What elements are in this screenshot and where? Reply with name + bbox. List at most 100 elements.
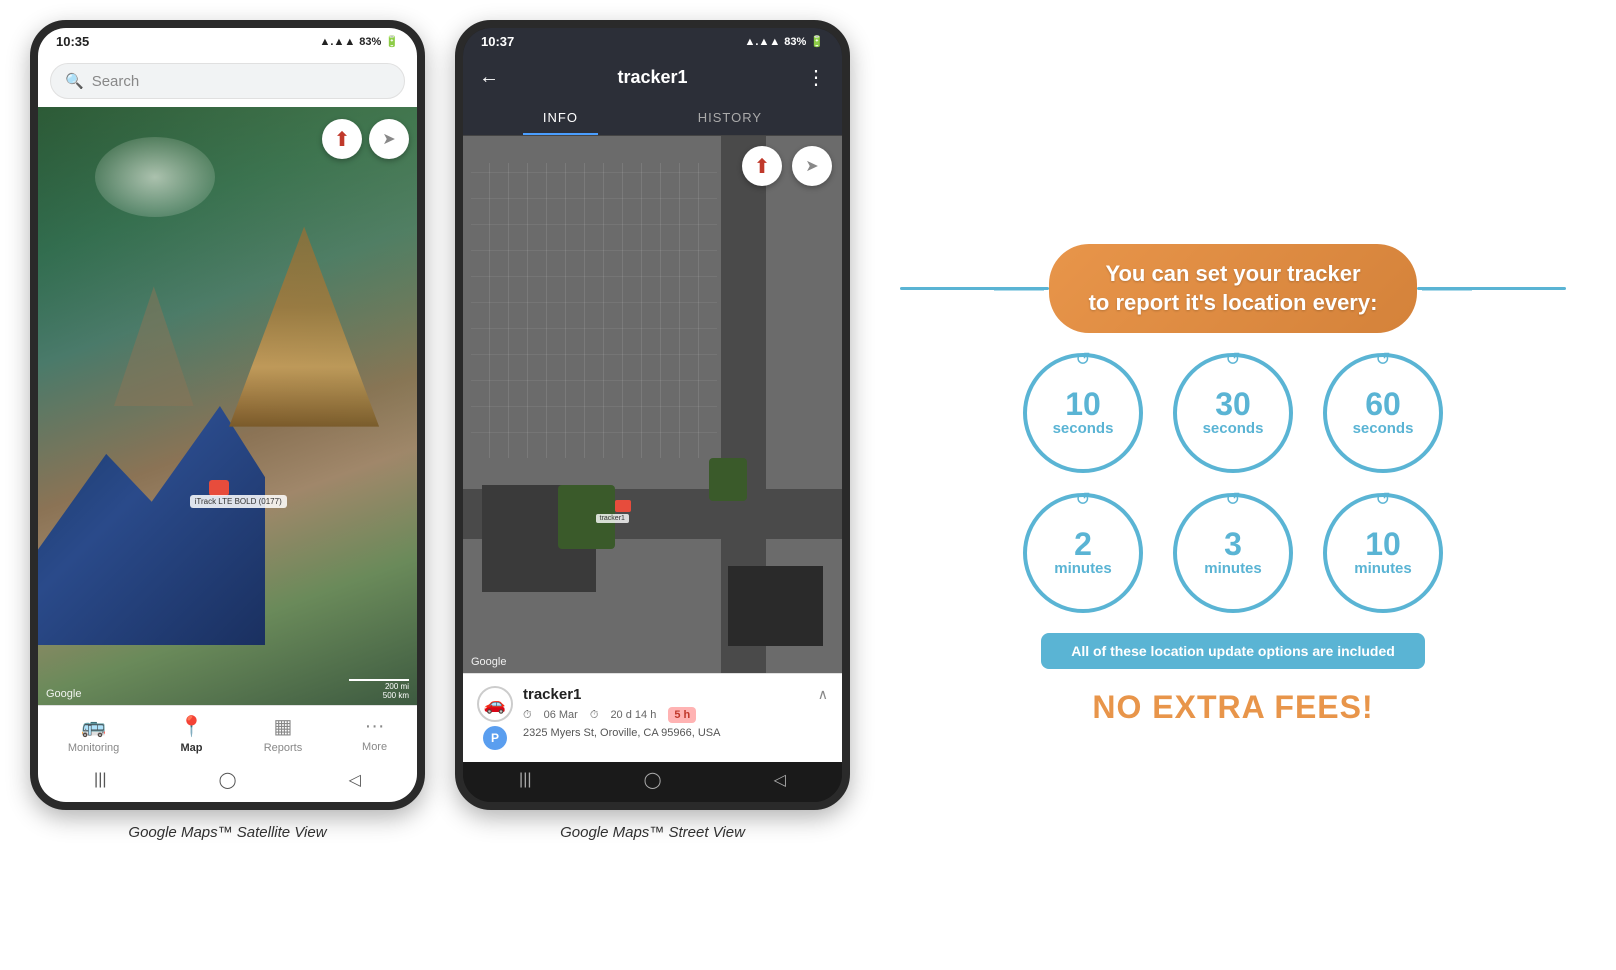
circles-row-1: ↺ 10 seconds ↺ 30 seconds ↺ 60 seconds — [1023, 353, 1443, 473]
number-10sec: 10 — [1065, 388, 1101, 420]
phone1-search-bar: 🔍 Search — [38, 55, 417, 107]
unit-10min: minutes — [1354, 560, 1412, 578]
tracker-tabs: INFO HISTORY — [463, 100, 842, 136]
monitoring-icon: 🚌 — [81, 714, 106, 739]
number-2min: 2 — [1074, 528, 1092, 560]
phone1-map[interactable]: ⬆ ➤ iTrack LTE BOLD (0177) Google 200 mi… — [38, 107, 417, 705]
arrow-2min: ↺ — [1075, 489, 1090, 510]
number-30sec: 30 — [1215, 388, 1251, 420]
reports-icon: ▦ — [274, 714, 293, 739]
phone2-section: 10:37 ▲.▲▲ 83% 🔋 ← tracker1 ⋮ INFO H — [455, 20, 850, 950]
nav-monitoring-label: Monitoring — [68, 742, 119, 754]
infographic-panel: You can set your tracker to report it's … — [880, 20, 1586, 950]
tracker-header: ← tracker1 ⋮ — [463, 55, 842, 100]
phone1-signal-icon: ▲.▲▲ — [320, 36, 356, 48]
nav-monitoring[interactable]: 🚌 Monitoring — [68, 714, 119, 754]
circle-2min: ↺ 2 minutes — [1023, 493, 1143, 613]
arrow-10sec: ↺ — [1075, 349, 1090, 370]
phone1-search-placeholder: Search — [92, 73, 140, 90]
arrow-30sec: ↺ — [1225, 349, 1240, 370]
more-icon: ··· — [365, 715, 385, 738]
headline-area: You can set your tracker to report it's … — [900, 244, 1566, 333]
scale-mi: 200 mi — [385, 682, 409, 691]
time-badge: 5 h — [668, 707, 696, 723]
android-recents-2[interactable]: ◁ — [774, 770, 786, 790]
phone1-android-nav: ||| ◯ ◁ — [38, 762, 417, 802]
map-scale: 200 mi 500 km — [349, 679, 409, 700]
street-map-bg: ⬆ ➤ tracker1 Google — [463, 136, 842, 673]
scale-km: 500 km — [383, 691, 409, 700]
tab-history[interactable]: HISTORY — [678, 100, 782, 135]
phone1-search-box[interactable]: 🔍 Search — [50, 63, 405, 99]
phone2-time: 10:37 — [481, 34, 514, 49]
nav-reports-label: Reports — [264, 742, 303, 754]
tab-info-label: INFO — [543, 110, 578, 125]
phone2-map[interactable]: ⬆ ➤ tracker1 Google — [463, 136, 842, 673]
tracker-address: 2325 Myers St, Oroville, CA 95966, USA — [523, 727, 808, 739]
nav-map-label: Map — [180, 742, 202, 754]
parking-area — [471, 163, 717, 458]
circles-row-2: ↺ 2 minutes ↺ 3 minutes ↺ 10 minutes — [1023, 493, 1443, 613]
unit-60sec: seconds — [1353, 420, 1414, 438]
tracker-meta: ⏱ 06 Mar ⏱ 20 d 14 h 5 h — [523, 707, 808, 723]
phone1-status-icons: ▲.▲▲ 83% 🔋 — [320, 35, 399, 48]
number-3min: 3 — [1224, 528, 1242, 560]
tracker-label: iTrack LTE BOLD (0177) — [190, 495, 287, 508]
bottom-banner: All of these location update options are… — [1041, 633, 1425, 669]
android-home-1[interactable]: ◯ — [219, 770, 237, 790]
unit-10sec: seconds — [1053, 420, 1114, 438]
chevron-up-icon[interactable]: ∧ — [818, 686, 828, 703]
nav-map[interactable]: 📍 Map — [179, 714, 204, 754]
phone1-battery: 83% — [359, 36, 381, 48]
phone1-frame: 10:35 ▲.▲▲ 83% 🔋 🔍 Search — [30, 20, 425, 810]
tab-info[interactable]: INFO — [523, 100, 598, 135]
tracker-details: tracker1 ⏱ 06 Mar ⏱ 20 d 14 h 5 h 2325 M… — [523, 686, 808, 739]
google-logo-1: Google — [46, 688, 81, 700]
scale-line — [349, 679, 409, 681]
android-back-1[interactable]: ||| — [94, 771, 106, 789]
timer-icon: ⏱ — [590, 709, 599, 722]
phone2-android-nav: ||| ◯ ◁ — [463, 762, 842, 802]
phone2-compass[interactable]: ⬆ — [742, 146, 782, 186]
parking-lot — [463, 136, 842, 673]
phone1-caption: Google Maps™ Satellite View — [128, 824, 326, 841]
phone1-battery-icon: 🔋 — [385, 35, 399, 48]
android-home-2[interactable]: ◯ — [644, 770, 662, 790]
compass-icon[interactable]: ⬆ — [322, 119, 362, 159]
phone2-status-bar: 10:37 ▲.▲▲ 83% 🔋 — [463, 28, 842, 55]
phone2-signal-icon: ▲.▲▲ — [745, 36, 781, 48]
phone2-status-icons: ▲.▲▲ 83% 🔋 — [745, 35, 824, 48]
arrow-10min: ↺ — [1375, 489, 1390, 510]
arrow-3min: ↺ — [1225, 489, 1240, 510]
circle-60sec: ↺ 60 seconds — [1323, 353, 1443, 473]
nav-more[interactable]: ··· More — [362, 715, 387, 753]
phone1-section: 10:35 ▲.▲▲ 83% 🔋 🔍 Search — [30, 20, 425, 950]
phone2-location-btn[interactable]: ➤ — [792, 146, 832, 186]
location-button[interactable]: ➤ — [369, 119, 409, 159]
map-icon: 📍 — [179, 714, 204, 739]
headline-badge: You can set your tracker to report it's … — [1049, 244, 1418, 333]
car-icon: 🚗 — [477, 686, 513, 722]
search-icon: 🔍 — [65, 72, 84, 90]
street-tracker-label: tracker1 — [596, 514, 629, 523]
tracker-icon-area: 🚗 P — [477, 686, 513, 750]
phone2-frame: 10:37 ▲.▲▲ 83% 🔋 ← tracker1 ⋮ INFO H — [455, 20, 850, 810]
back-button[interactable]: ← — [479, 66, 499, 89]
tracker-info-card: 🚗 P tracker1 ⏱ 06 Mar ⏱ 20 d 14 h 5 h 23… — [463, 673, 842, 762]
tracker-date: 06 Mar — [544, 709, 578, 721]
google-logo-2: Google — [471, 656, 506, 668]
circle-10sec: ↺ 10 seconds — [1023, 353, 1143, 473]
clock-icon: ⏱ — [523, 709, 532, 722]
tracker-title: tracker1 — [617, 67, 687, 88]
number-10min: 10 — [1365, 528, 1401, 560]
building-2 — [728, 566, 823, 647]
phone2-caption: Google Maps™ Street View — [560, 824, 745, 841]
menu-button[interactable]: ⋮ — [806, 65, 826, 90]
tracker-duration: 20 d 14 h — [610, 709, 656, 721]
android-recents-1[interactable]: ◁ — [349, 770, 361, 790]
nav-reports[interactable]: ▦ Reports — [264, 714, 303, 754]
satellite-map-bg — [38, 107, 417, 705]
android-back-2[interactable]: ||| — [519, 771, 531, 789]
phone1-time: 10:35 — [56, 34, 89, 49]
banner-text: All of these location update options are… — [1071, 643, 1395, 659]
